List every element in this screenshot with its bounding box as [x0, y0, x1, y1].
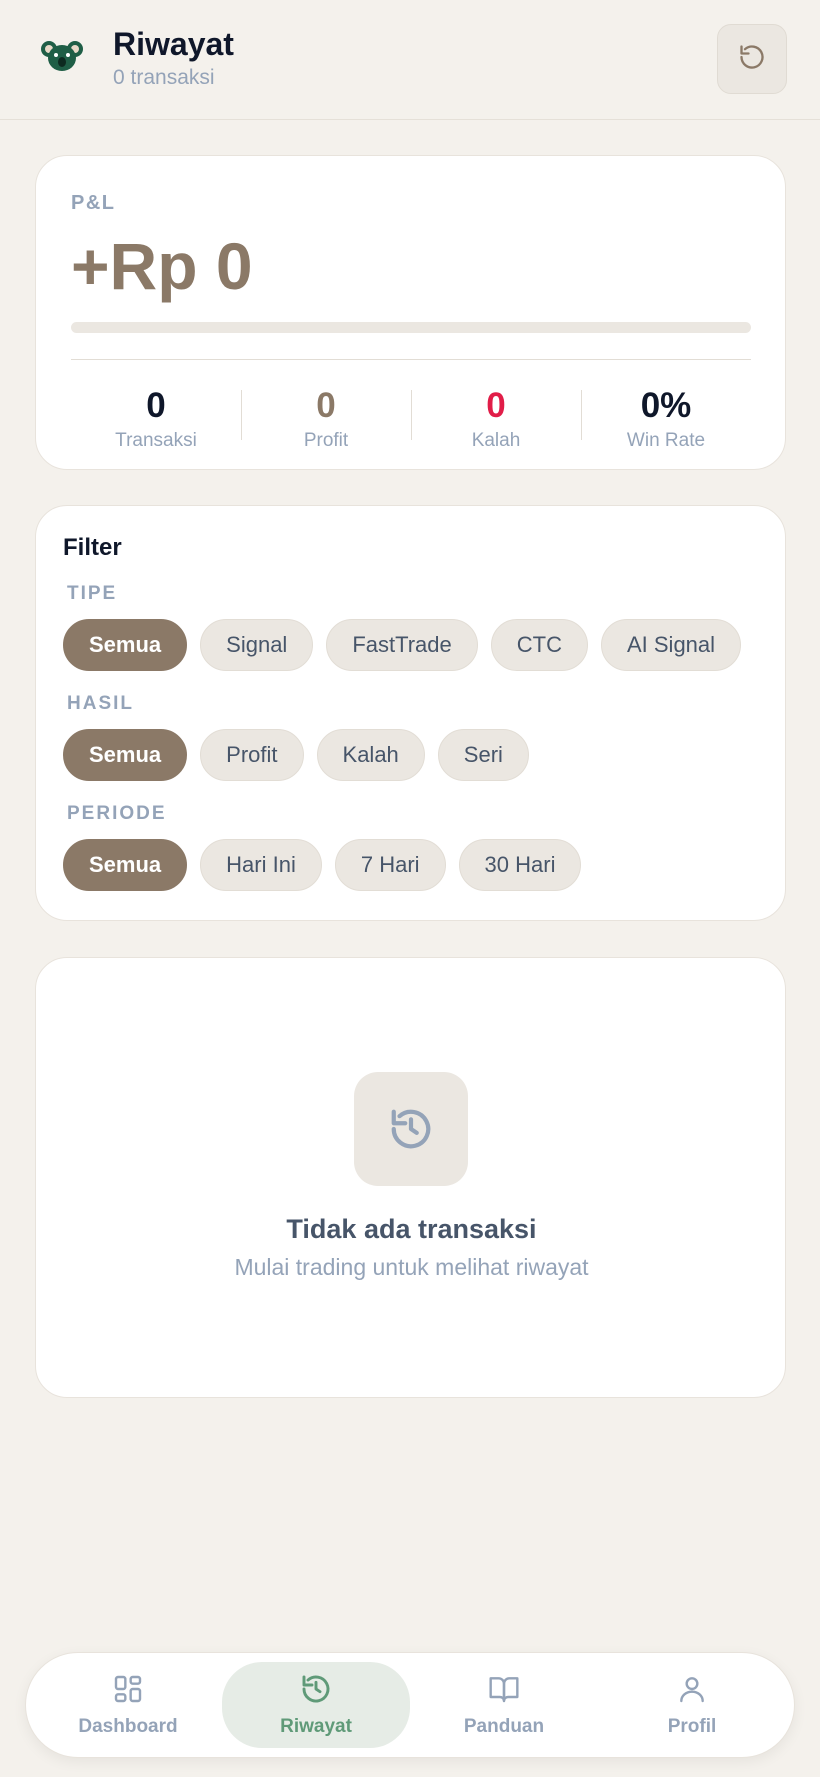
nav-label: Dashboard — [78, 1715, 178, 1737]
history-icon — [300, 1673, 332, 1710]
stat-transaksi: 0 Transaksi — [71, 386, 241, 451]
stat-value: 0 — [486, 386, 506, 425]
filter-chips-hasil: Semua Profit Kalah Seri — [63, 729, 529, 781]
bottom-nav: Dashboard Riwayat Panduan Profil — [25, 1652, 795, 1758]
nav-label: Riwayat — [280, 1715, 352, 1737]
divider — [71, 359, 751, 360]
page-title: Riwayat — [113, 26, 234, 62]
chip-tipe-semua[interactable]: Semua — [63, 619, 188, 671]
koala-icon — [40, 38, 84, 74]
chip-tipe-ai-signal[interactable]: AI Signal — [600, 619, 742, 671]
stat-label: Transaksi — [115, 430, 197, 451]
dashboard-icon — [112, 1673, 144, 1710]
refresh-icon — [738, 43, 766, 76]
stat-win-rate: 0% Win Rate — [581, 386, 751, 451]
nav-item-panduan[interactable]: Panduan — [410, 1662, 598, 1748]
stat-label: Win Rate — [626, 430, 706, 451]
refresh-button[interactable] — [717, 24, 787, 94]
stat-value: 0 — [316, 386, 336, 425]
stat-label: Profit — [303, 430, 349, 451]
nav-label: Profil — [667, 1715, 717, 1737]
transaction-list-empty: Tidak ada transaksi Mulai trading untuk … — [35, 957, 786, 1398]
stat-kalah: 0 Kalah — [411, 386, 581, 451]
chip-tipe-signal[interactable]: Signal — [200, 619, 314, 671]
chip-hasil-semua[interactable]: Semua — [63, 729, 188, 781]
app-header: Riwayat 0 transaksi — [0, 0, 820, 120]
chip-hasil-profit[interactable]: Profit — [200, 729, 304, 781]
stat-value: 0 — [146, 386, 166, 425]
filter-title: Filter — [63, 534, 122, 561]
chip-periode-hari-ini[interactable]: Hari Ini — [200, 839, 322, 891]
history-page: Riwayat 0 transaksi P&L +Rp 0 0 Transaks… — [0, 0, 820, 1777]
filter-card: Filter TIPE Semua Signal FastTrade CTC A… — [35, 505, 786, 921]
chip-hasil-kalah[interactable]: Kalah — [316, 729, 425, 781]
pl-label: P&L — [71, 192, 116, 214]
pl-progress-bar — [71, 322, 751, 333]
chip-hasil-seri[interactable]: Seri — [437, 729, 529, 781]
empty-state-subtitle: Mulai trading untuk melihat riwayat — [234, 1254, 589, 1280]
stat-value: 0% — [640, 386, 692, 425]
stats-row: 0 Transaksi 0 Profit 0 Kalah 0% Win Rate — [71, 386, 751, 451]
chip-tipe-ctc[interactable]: CTC — [490, 619, 588, 671]
pl-value: +Rp 0 — [71, 229, 253, 303]
nav-label: Panduan — [463, 1715, 545, 1737]
book-icon — [488, 1673, 520, 1710]
nav-item-dashboard[interactable]: Dashboard — [34, 1662, 222, 1748]
filter-group-label-tipe: TIPE — [67, 583, 118, 604]
user-icon — [676, 1673, 708, 1710]
stat-label: Kalah — [471, 430, 521, 451]
transaction-count: 0 transaksi — [113, 66, 215, 89]
filter-chips-tipe: Semua Signal FastTrade CTC AI Signal — [63, 619, 742, 671]
filter-group-label-hasil: HASIL — [67, 693, 134, 714]
chip-periode-semua[interactable]: Semua — [63, 839, 188, 891]
pl-summary-card: P&L +Rp 0 0 Transaksi 0 Profit 0 Kalah 0… — [35, 155, 786, 470]
filter-chips-periode: Semua Hari Ini 7 Hari 30 Hari — [63, 839, 582, 891]
history-icon — [354, 1072, 468, 1186]
empty-state-title: Tidak ada transaksi — [286, 1214, 537, 1244]
nav-item-profil[interactable]: Profil — [598, 1662, 786, 1748]
chip-tipe-fasttrade[interactable]: FastTrade — [326, 619, 478, 671]
chip-periode-30-hari[interactable]: 30 Hari — [458, 839, 582, 891]
nav-item-riwayat[interactable]: Riwayat — [222, 1662, 410, 1748]
chip-periode-7-hari[interactable]: 7 Hari — [334, 839, 446, 891]
stat-profit: 0 Profit — [241, 386, 411, 451]
filter-group-label-periode: PERIODE — [67, 803, 167, 824]
